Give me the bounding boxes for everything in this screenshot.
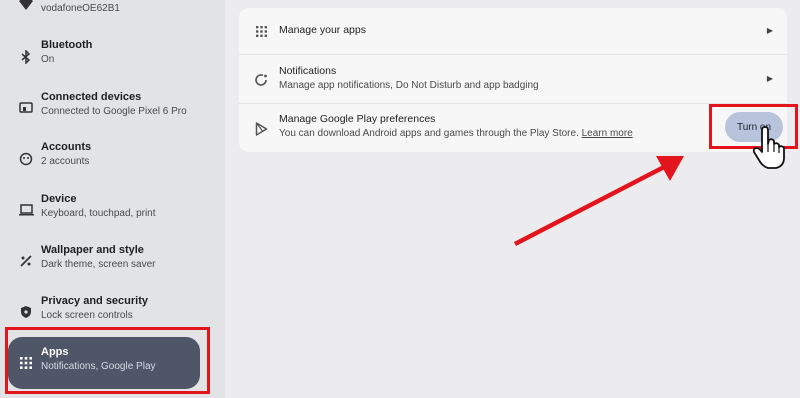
chevron-right-icon: ▶ (766, 74, 773, 83)
sidebar-item-network[interactable]: vodafoneOE62B1 (8, 0, 200, 30)
notifications-icon (253, 72, 269, 88)
laptop-icon (18, 202, 34, 218)
sidebar-item-title: Wallpaper and style (41, 244, 144, 256)
connected-devices-icon (18, 100, 34, 116)
sidebar-item-title: Device (41, 193, 77, 205)
row-title: Manage Google Play preferences (279, 113, 436, 125)
settings-sidebar: vodafoneOE62B1 Bluetooth On Connected de… (0, 0, 225, 398)
accounts-icon (18, 151, 34, 167)
sidebar-item-subtitle: vodafoneOE62B1 (41, 3, 120, 14)
notifications-row[interactable]: Notifications Manage app notifications, … (239, 55, 787, 103)
google-play-row: Manage Google Play preferences You can d… (239, 104, 787, 152)
chevron-right-icon: ▶ (766, 26, 773, 35)
sidebar-item-subtitle: Dark theme, screen saver (41, 259, 156, 270)
shield-icon (18, 304, 34, 320)
sidebar-item-title: Apps (41, 346, 69, 358)
sidebar-item-title: Privacy and security (41, 295, 149, 307)
bluetooth-icon (18, 49, 34, 65)
sidebar-item-connected-devices[interactable]: Connected devices Connected to Google Pi… (8, 82, 200, 134)
sidebar-item-subtitle: On (41, 54, 55, 65)
play-store-icon (253, 121, 269, 137)
manage-apps-row[interactable]: Manage your apps ▶ (239, 8, 787, 54)
sidebar-item-wallpaper[interactable]: Wallpaper and style Dark theme, screen s… (8, 235, 200, 287)
sidebar-item-subtitle: Notifications, Google Play (41, 361, 156, 372)
apps-settings-card: Manage your apps ▶ Notifications Manage … (239, 8, 787, 152)
sidebar-item-privacy[interactable]: Privacy and security Lock screen control… (8, 286, 200, 338)
row-subtitle: You can download Android apps and games … (279, 128, 633, 139)
sidebar-item-device[interactable]: Device Keyboard, touchpad, print (8, 184, 200, 236)
sidebar-item-apps[interactable]: Apps Notifications, Google Play (8, 337, 200, 389)
turn-on-button[interactable]: Turn on (725, 112, 783, 142)
row-title: Notifications (279, 65, 337, 77)
sidebar-item-subtitle: Lock screen controls (41, 310, 133, 321)
row-subtitle-text: You can download Android apps and games … (279, 128, 579, 139)
wifi-icon (18, 0, 34, 12)
sidebar-item-title: Connected devices (41, 91, 142, 103)
apps-grid-icon (253, 23, 269, 39)
palette-icon (18, 253, 34, 269)
sidebar-item-accounts[interactable]: Accounts 2 accounts (8, 133, 200, 185)
sidebar-item-title: Bluetooth (41, 39, 93, 51)
sidebar-item-subtitle: Connected to Google Pixel 6 Pro (41, 106, 187, 117)
sidebar-item-subtitle: 2 accounts (41, 156, 90, 167)
learn-more-link[interactable]: Learn more (582, 128, 633, 139)
apps-settings-panel: Manage your apps ▶ Notifications Manage … (225, 0, 800, 398)
sidebar-item-subtitle: Keyboard, touchpad, print (41, 208, 156, 219)
apps-grid-icon (18, 355, 34, 371)
sidebar-item-title: Accounts (41, 141, 92, 153)
sidebar-item-bluetooth[interactable]: Bluetooth On (8, 31, 200, 83)
row-title: Manage your apps (279, 24, 366, 36)
row-subtitle: Manage app notifications, Do Not Disturb… (279, 80, 539, 91)
